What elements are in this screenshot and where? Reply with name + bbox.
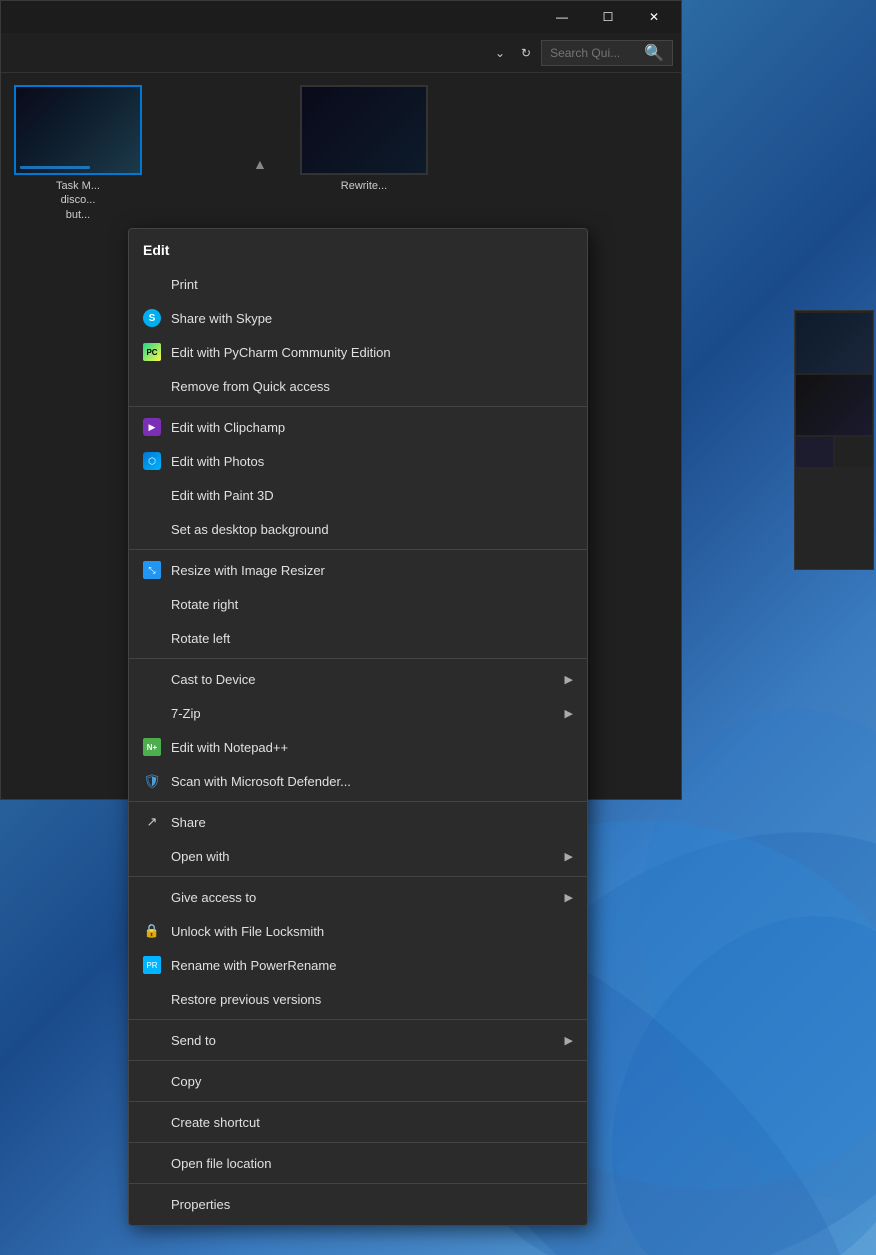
- search-icon: 🔍: [644, 43, 664, 63]
- minimize-button[interactable]: —: [539, 1, 585, 33]
- minimize-icon: —: [556, 10, 568, 24]
- menu-item-rotate-left[interactable]: Rotate left: [129, 621, 587, 655]
- context-menu: Edit Print S Share with Skype PC Edit wi…: [128, 228, 588, 1226]
- desktop-bg-icon: [143, 520, 161, 538]
- close-button[interactable]: ✕: [631, 1, 677, 33]
- properties-icon: [143, 1195, 161, 1213]
- menu-item-send-to[interactable]: Send to ▶: [129, 1023, 587, 1057]
- menu-item-powerrename[interactable]: PR Rename with PowerRename: [129, 948, 587, 982]
- chevron-down-icon: ⌄: [495, 46, 505, 60]
- resizer-icon: ⤡: [143, 561, 161, 579]
- menu-item-7zip[interactable]: 7-Zip ▶: [129, 696, 587, 730]
- locksmith-icon: 🔒: [143, 922, 161, 940]
- maximize-button[interactable]: ☐: [585, 1, 631, 33]
- menu-item-clipchamp[interactable]: ▶ Edit with Clipchamp: [129, 410, 587, 444]
- menu-separator: [129, 406, 587, 407]
- menu-item-copy[interactable]: Copy: [129, 1064, 587, 1098]
- photos-icon: ⬡: [143, 452, 161, 470]
- panel-thumb: [796, 313, 872, 373]
- file-area: Task M...disco...but... ▲ Rewrite...: [1, 73, 681, 234]
- menu-item-photos[interactable]: ⬡ Edit with Photos: [129, 444, 587, 478]
- menu-item-pycharm[interactable]: PC Edit with PyCharm Community Edition: [129, 335, 587, 369]
- right-panel: [794, 310, 874, 570]
- search-box[interactable]: 🔍: [541, 40, 673, 66]
- menu-separator: [129, 1060, 587, 1061]
- menu-separator: [129, 876, 587, 877]
- menu-separator: [129, 1019, 587, 1020]
- file-thumbnail: [14, 85, 142, 175]
- file-label: Task M...disco...but...: [56, 179, 100, 222]
- restore-icon: [143, 990, 161, 1008]
- close-icon: ✕: [649, 10, 659, 24]
- menu-item-resize[interactable]: ⤡ Resize with Image Resizer: [129, 553, 587, 587]
- menu-separator: [129, 658, 587, 659]
- toolbar-right: ⌄ ↻ 🔍: [489, 40, 673, 66]
- search-input[interactable]: [550, 46, 640, 60]
- cast-icon: [143, 670, 161, 688]
- list-item[interactable]: Task M...disco...but...: [13, 85, 143, 222]
- panel-thumb-row: [796, 437, 872, 467]
- submenu-arrow: ▶: [565, 1034, 573, 1047]
- menu-separator: [129, 1142, 587, 1143]
- panel-thumb: [796, 375, 872, 435]
- menu-item-paint3d[interactable]: Edit with Paint 3D: [129, 478, 587, 512]
- menu-item-open-with[interactable]: Open with ▶: [129, 839, 587, 873]
- menu-separator: [129, 801, 587, 802]
- submenu-arrow: ▶: [565, 850, 573, 863]
- menu-item-give-access[interactable]: Give access to ▶: [129, 880, 587, 914]
- submenu-arrow: ▶: [565, 707, 573, 720]
- menu-separator: [129, 1183, 587, 1184]
- print-icon: [143, 275, 161, 293]
- menu-item-remove-quick[interactable]: Remove from Quick access: [129, 369, 587, 403]
- defender-icon: 🛡: [143, 772, 161, 790]
- pycharm-icon: PC: [143, 343, 161, 361]
- open-with-icon: [143, 847, 161, 865]
- powerrename-icon: PR: [143, 956, 161, 974]
- copy-icon: [143, 1072, 161, 1090]
- file-thumbnail: [300, 85, 428, 175]
- submenu-arrow: ▶: [565, 891, 573, 904]
- menu-item-share[interactable]: ↗ Share: [129, 805, 587, 839]
- menu-item-share-skype[interactable]: S Share with Skype: [129, 301, 587, 335]
- send-to-icon: [143, 1031, 161, 1049]
- scroll-up-icon[interactable]: ▲: [253, 156, 267, 172]
- list-item[interactable]: Rewrite...: [299, 85, 429, 222]
- no-icon: [143, 377, 161, 395]
- share-icon: ↗: [143, 813, 161, 831]
- file-label: Rewrite...: [341, 179, 387, 193]
- menu-separator: [129, 549, 587, 550]
- menu-item-create-shortcut[interactable]: Create shortcut: [129, 1105, 587, 1139]
- title-bar-controls: — ☐ ✕: [539, 1, 677, 33]
- toolbar: ⌄ ↻ 🔍: [1, 33, 681, 73]
- menu-item-cast[interactable]: Cast to Device ▶: [129, 662, 587, 696]
- skype-icon: S: [143, 309, 161, 327]
- rotate-left-icon: [143, 629, 161, 647]
- menu-item-unlock[interactable]: 🔒 Unlock with File Locksmith: [129, 914, 587, 948]
- menu-item-desktop-bg[interactable]: Set as desktop background: [129, 512, 587, 546]
- title-bar: — ☐ ✕: [1, 1, 681, 33]
- 7zip-icon: [143, 704, 161, 722]
- menu-item-open-file-location[interactable]: Open file location: [129, 1146, 587, 1180]
- file-location-icon: [143, 1154, 161, 1172]
- maximize-icon: ☐: [603, 10, 614, 24]
- clipchamp-icon: ▶: [143, 418, 161, 436]
- refresh-icon: ↻: [521, 46, 531, 60]
- menu-item-properties[interactable]: Properties: [129, 1187, 587, 1221]
- give-access-icon: [143, 888, 161, 906]
- submenu-arrow: ▶: [565, 673, 573, 686]
- shortcut-icon: [143, 1113, 161, 1131]
- menu-item-print[interactable]: Print: [129, 267, 587, 301]
- menu-item-restore-versions[interactable]: Restore previous versions: [129, 982, 587, 1016]
- chevron-button[interactable]: ⌄: [489, 42, 511, 64]
- notepadpp-icon: N+: [143, 738, 161, 756]
- refresh-button[interactable]: ↻: [515, 42, 537, 64]
- rotate-right-icon: [143, 595, 161, 613]
- menu-item-rotate-right[interactable]: Rotate right: [129, 587, 587, 621]
- menu-separator: [129, 1101, 587, 1102]
- paint3d-icon: [143, 486, 161, 504]
- context-menu-header: Edit: [129, 233, 587, 267]
- menu-item-notepad[interactable]: N+ Edit with Notepad++: [129, 730, 587, 764]
- menu-item-defender[interactable]: 🛡 Scan with Microsoft Defender...: [129, 764, 587, 798]
